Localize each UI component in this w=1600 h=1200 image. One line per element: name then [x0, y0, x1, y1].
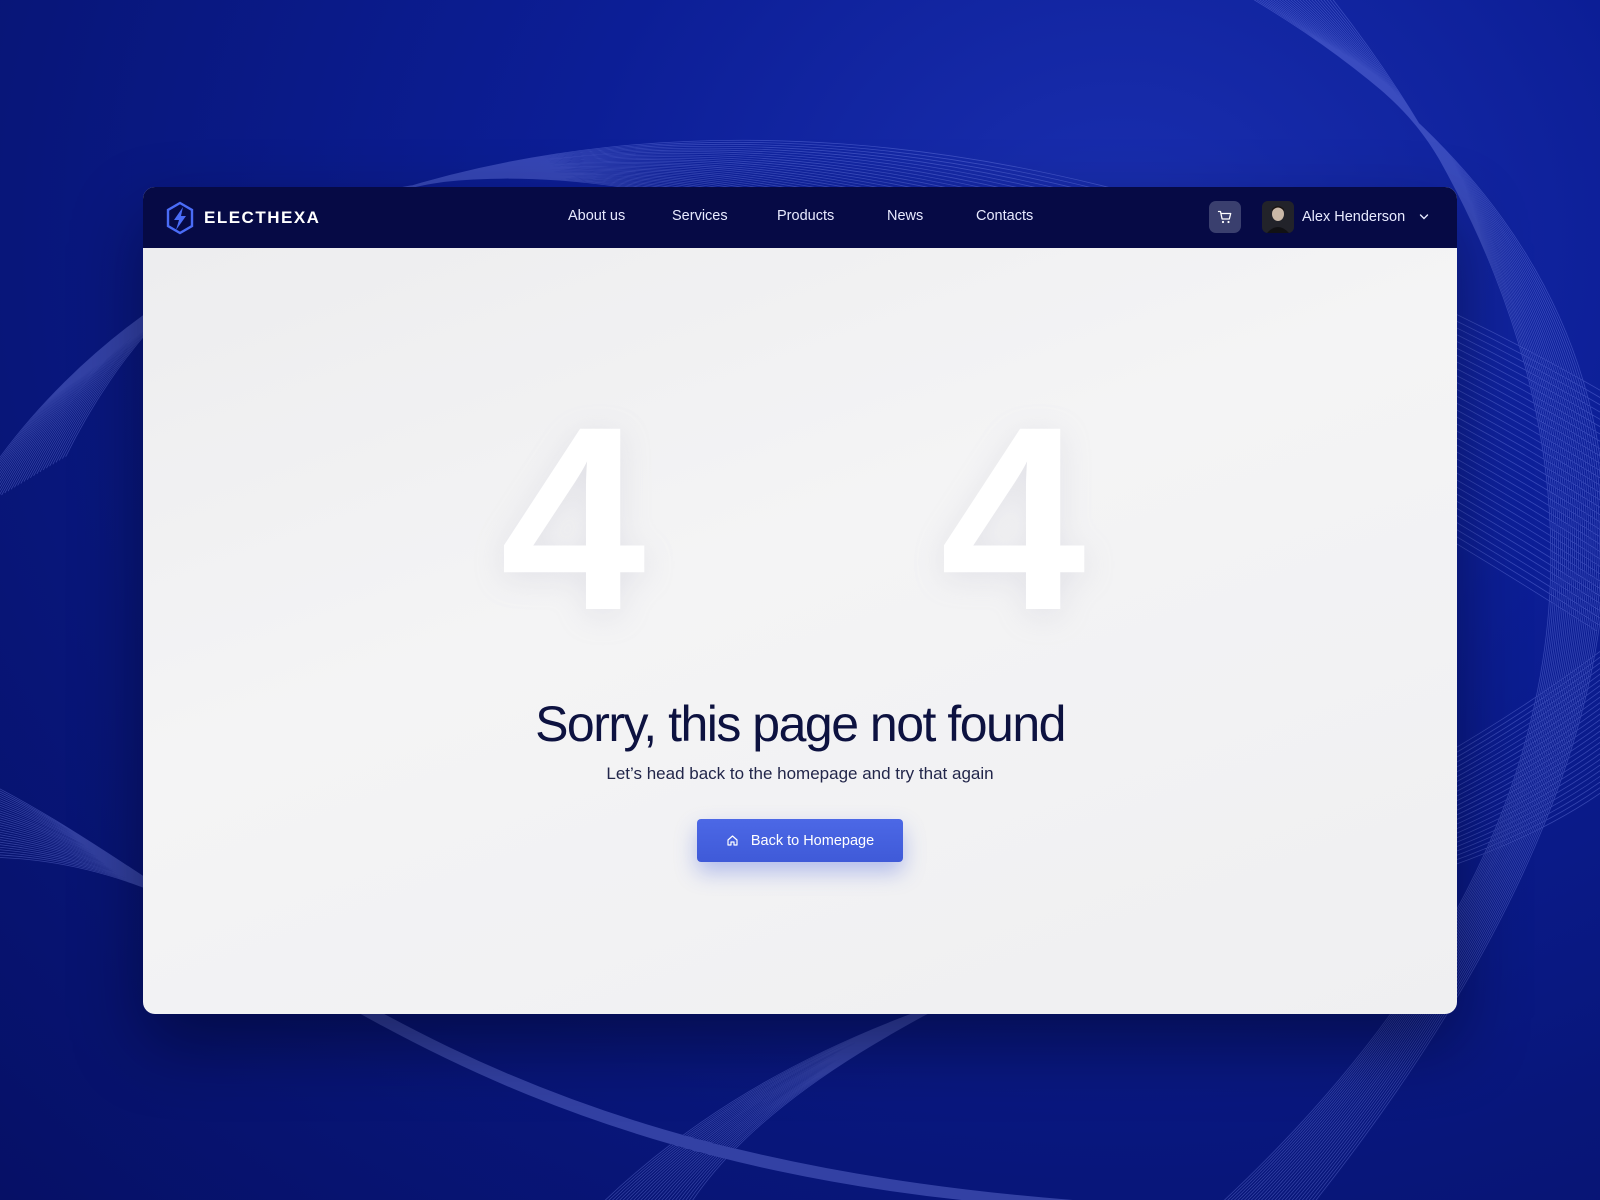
chevron-down-icon[interactable]	[1419, 213, 1429, 221]
cart-icon	[1217, 210, 1232, 224]
navbar: ELECTHEXA About us Services Products New…	[143, 187, 1457, 248]
nav-item-services[interactable]: Services	[672, 208, 728, 224]
user-name: Alex Henderson	[1302, 209, 1406, 225]
error-title: Sorry, this page not found	[535, 696, 1066, 752]
nav-item-products[interactable]: Products	[777, 208, 834, 224]
back-to-homepage-button[interactable]: Back to Homepage	[697, 819, 903, 862]
error-digit-left: 4	[500, 372, 646, 665]
user-menu[interactable]: Alex Henderson	[1262, 201, 1405, 233]
avatar	[1262, 201, 1294, 233]
home-icon	[726, 834, 739, 847]
cart-button[interactable]	[1209, 201, 1241, 233]
hexagon-lightning-icon	[166, 201, 194, 235]
error-subtitle: Let’s head back to the homepage and try …	[606, 764, 994, 783]
back-to-homepage-label: Back to Homepage	[750, 832, 875, 849]
browser-window: ELECTHEXA About us Services Products New…	[143, 187, 1457, 1014]
nav-item-about-us[interactable]: About us	[568, 208, 625, 224]
error-digit-right: 4	[940, 372, 1086, 665]
brand-name: ELECTHEXA	[204, 208, 321, 227]
error-content: 4 4 Sorry, this page not found Let’s hea…	[143, 248, 1457, 1014]
nav-item-contacts[interactable]: Contacts	[976, 208, 1033, 224]
nav-item-news[interactable]: News	[887, 208, 923, 224]
brand-logo[interactable]: ELECTHEXA	[165, 201, 320, 235]
main-nav: About us Services Products News Contacts	[143, 187, 1457, 248]
